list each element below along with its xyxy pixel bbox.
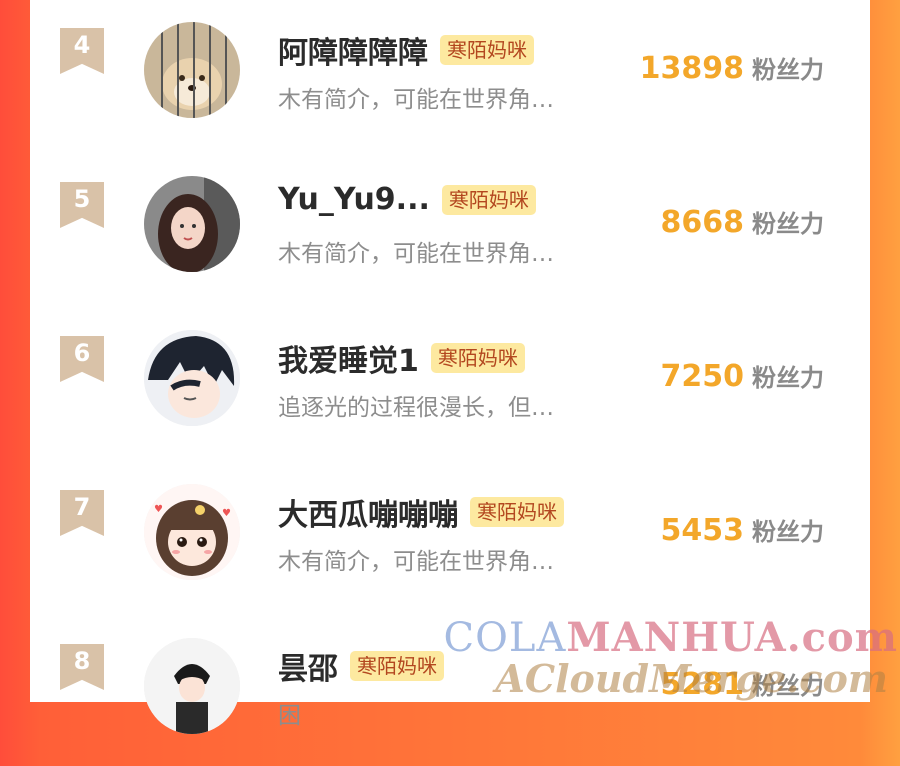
user-bio: 木有简介，可能在世界角…	[278, 549, 554, 575]
fan-tag: 寒陌妈咪	[440, 35, 534, 65]
girl-photo-avatar[interactable]	[144, 176, 240, 272]
ranking-row[interactable]: 5 Yu_Yu9... 寒陌妈咪 木有简介，可能在世界角… 8668 粉丝力	[30, 154, 870, 304]
fan-power-unit: 粉丝力	[752, 672, 824, 700]
ranking-row[interactable]: 6 我爱睡觉1 寒陌妈咪 追逐光的过程很漫长，但… 7250 粉丝力	[30, 308, 870, 458]
fan-tag: 寒陌妈咪	[350, 651, 444, 681]
ranking-row[interactable]: 7 ♥ ♥ 大西瓜嘣嘣嘣 寒陌妈咪 木有简介，可能在世界角… 5453 粉丝力	[30, 462, 870, 612]
fan-tag: 寒陌妈咪	[470, 497, 564, 527]
rank-badge: 8	[60, 644, 104, 690]
anime-boy-avatar[interactable]	[144, 330, 240, 426]
fan-tag: 寒陌妈咪	[441, 184, 536, 215]
fan-ranking-panel: 4 阿障障障障 寒陌妈咪 木有简介，可能在世界角… 13898 粉丝力 5 Yu_Y…	[30, 0, 870, 734]
user-bio: 困	[278, 703, 301, 729]
svg-text:♥: ♥	[154, 504, 163, 515]
user-name[interactable]: Yu_Yu9... 寒陌妈咪	[278, 182, 536, 217]
fan-power-unit: 粉丝力	[752, 364, 824, 392]
ranking-row[interactable]: 4 阿障障障障 寒陌妈咪 木有简介，可能在世界角… 13898 粉丝力	[30, 0, 870, 150]
svg-text:♥: ♥	[222, 508, 231, 519]
user-name[interactable]: 昙邵 寒陌妈咪	[278, 644, 444, 688]
chibi-girl-avatar[interactable]: ♥ ♥	[144, 484, 240, 580]
ranking-row[interactable]: 8 昙邵 寒陌妈咪 困 5281 粉丝力	[30, 616, 870, 766]
user-name[interactable]: 阿障障障障 寒陌妈咪	[278, 28, 534, 72]
rank-badge: 4	[60, 28, 104, 74]
fan-power-unit: 粉丝力	[752, 210, 824, 238]
fan-power: 8668 粉丝力	[661, 204, 825, 240]
fan-power: 13898 粉丝力	[640, 50, 824, 86]
fan-power-value: 7250	[660, 359, 745, 394]
user-name[interactable]: 大西瓜嘣嘣嘣 寒陌妈咪	[278, 490, 564, 534]
rank-badge: 5	[60, 182, 104, 228]
rank-badge: 7	[60, 490, 104, 536]
fan-power-unit: 粉丝力	[752, 518, 824, 546]
fan-power-value: 5281	[660, 667, 745, 702]
user-bio: 木有简介，可能在世界角…	[278, 87, 554, 113]
anime-figure-avatar[interactable]	[144, 638, 240, 734]
fan-power: 7250 粉丝力	[661, 358, 825, 394]
fan-power-value: 5453	[660, 513, 745, 548]
fan-power-value: 13898	[639, 51, 744, 86]
fan-power: 5453 粉丝力	[661, 512, 825, 548]
fan-tag: 寒陌妈咪	[430, 343, 525, 373]
user-bio: 追逐光的过程很漫长，但…	[278, 395, 554, 421]
rank-badge: 6	[60, 336, 104, 382]
fan-power: 5281 粉丝力	[661, 666, 825, 702]
fan-power-unit: 粉丝力	[752, 56, 824, 84]
shiba-dog-avatar[interactable]	[144, 22, 240, 118]
user-bio: 木有简介，可能在世界角…	[278, 241, 554, 267]
user-name[interactable]: 我爱睡觉1 寒陌妈咪	[278, 336, 525, 380]
fan-power-value: 8668	[660, 205, 745, 240]
